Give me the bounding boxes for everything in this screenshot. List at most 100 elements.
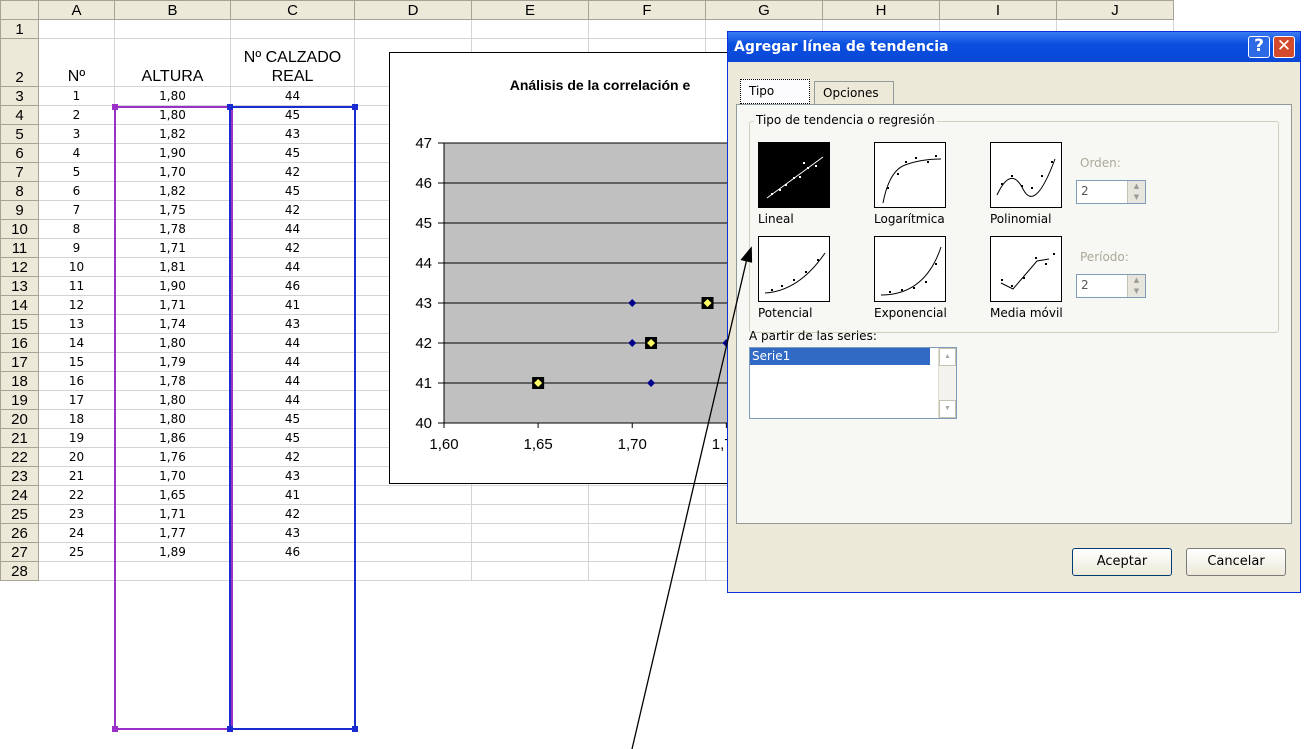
column-header[interactable]: G [705, 0, 823, 20]
series-listbox[interactable]: Serie1 ▲ ▼ [749, 347, 957, 419]
cell-b[interactable]: 1,80 [114, 86, 231, 106]
cell-a[interactable]: 22 [38, 485, 115, 505]
exponencial-option[interactable] [874, 236, 946, 302]
row-header[interactable]: 18 [0, 371, 39, 391]
cell-a[interactable]: 20 [38, 447, 115, 467]
row-header[interactable]: 19 [0, 390, 39, 410]
row-header[interactable]: 14 [0, 295, 39, 315]
column-header[interactable]: C [230, 0, 355, 20]
cancel-button[interactable]: Cancelar [1186, 548, 1286, 576]
period-spinner[interactable]: 2 ▲ ▼ [1076, 274, 1146, 298]
sel-handle[interactable] [352, 726, 358, 732]
column-header[interactable]: A [38, 0, 115, 20]
row-header[interactable]: 1 [0, 19, 39, 39]
sel-handle[interactable] [112, 104, 118, 110]
header-no[interactable]: Nº [38, 38, 115, 87]
close-button[interactable]: ✕ [1273, 36, 1295, 58]
cell-a[interactable]: 14 [38, 333, 115, 353]
cell-a[interactable]: 7 [38, 200, 115, 220]
row-header[interactable]: 16 [0, 333, 39, 353]
row-header[interactable]: 12 [0, 257, 39, 277]
cell-a[interactable]: 17 [38, 390, 115, 410]
row-header[interactable]: 4 [0, 105, 39, 125]
column-header[interactable]: F [588, 0, 706, 20]
sel-handle[interactable] [352, 104, 358, 110]
cell-a[interactable]: 2 [38, 105, 115, 125]
row-header[interactable]: 28 [0, 561, 39, 581]
trendline-dialog[interactable]: Agregar línea de tendencia ? ✕ Tipo Opci… [727, 31, 1301, 593]
header-altura[interactable]: ALTURA [114, 38, 231, 87]
cell-a[interactable]: 16 [38, 371, 115, 391]
column-header[interactable]: I [939, 0, 1057, 20]
row-header[interactable]: 20 [0, 409, 39, 429]
cell-a[interactable]: 9 [38, 238, 115, 258]
row-header[interactable]: 3 [0, 86, 39, 106]
ok-button[interactable]: Aceptar [1072, 548, 1172, 576]
column-header[interactable]: H [822, 0, 940, 20]
dialog-titlebar[interactable]: Agregar línea de tendencia ? ✕ [728, 32, 1300, 62]
row-header[interactable]: 24 [0, 485, 39, 505]
column-header[interactable]: E [471, 0, 589, 20]
cell-a[interactable]: 10 [38, 257, 115, 277]
sel-handle[interactable] [227, 104, 233, 110]
row-header[interactable]: 2 [0, 38, 39, 87]
logaritmica-option[interactable] [874, 142, 946, 208]
cell-a[interactable]: 11 [38, 276, 115, 296]
row-header[interactable]: 15 [0, 314, 39, 334]
row-header[interactable]: 22 [0, 447, 39, 467]
cell-a[interactable]: 15 [38, 352, 115, 372]
cell-a[interactable]: 1 [38, 86, 115, 106]
column-header[interactable]: B [114, 0, 231, 20]
row-header[interactable]: 6 [0, 143, 39, 163]
row-header[interactable]: 9 [0, 200, 39, 220]
cell-a[interactable]: 8 [38, 219, 115, 239]
column-header[interactable]: D [354, 0, 472, 20]
cell-a[interactable]: 21 [38, 466, 115, 486]
row-header[interactable]: 13 [0, 276, 39, 296]
down-arrow-icon[interactable]: ▼ [939, 400, 956, 418]
series-item[interactable]: Serie1 [750, 348, 930, 365]
row-header[interactable]: 7 [0, 162, 39, 182]
tab-opciones[interactable]: Opciones [814, 81, 894, 106]
row-header[interactable]: 21 [0, 428, 39, 448]
cell-a[interactable]: 12 [38, 295, 115, 315]
row-header[interactable]: 11 [0, 238, 39, 258]
row-header[interactable]: 27 [0, 542, 39, 562]
down-arrow-icon[interactable]: ▼ [1127, 286, 1145, 297]
row-header[interactable]: 25 [0, 504, 39, 524]
listbox-scrollbar[interactable]: ▲ ▼ [938, 348, 956, 418]
lineal-option[interactable] [758, 142, 830, 208]
row-header[interactable]: 23 [0, 466, 39, 486]
tab-tipo[interactable]: Tipo [740, 79, 810, 104]
sel-handle[interactable] [227, 726, 233, 732]
cell-a[interactable]: 3 [38, 124, 115, 144]
chart[interactable]: Análisis de la correlación e 47 46 45 44 43 4… [389, 52, 764, 485]
cell-a[interactable]: 24 [38, 523, 115, 543]
cell-a[interactable]: 25 [38, 542, 115, 562]
media-movil-option[interactable] [990, 236, 1062, 302]
help-button[interactable]: ? [1248, 36, 1270, 58]
cell-a[interactable]: 23 [38, 504, 115, 524]
row-header[interactable]: 8 [0, 181, 39, 201]
cell-a[interactable]: 6 [38, 181, 115, 201]
row-header[interactable]: 17 [0, 352, 39, 372]
cell-a[interactable]: 13 [38, 314, 115, 334]
up-arrow-icon[interactable]: ▲ [1127, 181, 1145, 192]
cell-a[interactable]: 19 [38, 428, 115, 448]
polinomial-option[interactable] [990, 142, 1062, 208]
chart-plot[interactable]: 47464544434241401,601,651,701,75 [390, 85, 764, 485]
select-all-corner[interactable] [0, 0, 39, 20]
potencial-option[interactable] [758, 236, 830, 302]
up-arrow-icon[interactable]: ▲ [939, 348, 956, 366]
order-spinner[interactable]: 2 ▲ ▼ [1076, 180, 1146, 204]
cell-a[interactable]: 18 [38, 409, 115, 429]
cell-a[interactable]: 5 [38, 162, 115, 182]
down-arrow-icon[interactable]: ▼ [1127, 192, 1145, 203]
up-arrow-icon[interactable]: ▲ [1127, 275, 1145, 286]
column-header[interactable]: J [1056, 0, 1174, 20]
cell-a[interactable]: 4 [38, 143, 115, 163]
row-header[interactable]: 5 [0, 124, 39, 144]
row-header[interactable]: 26 [0, 523, 39, 543]
header-calzado[interactable]: Nº CALZADO REAL [230, 38, 355, 87]
row-header[interactable]: 10 [0, 219, 39, 239]
